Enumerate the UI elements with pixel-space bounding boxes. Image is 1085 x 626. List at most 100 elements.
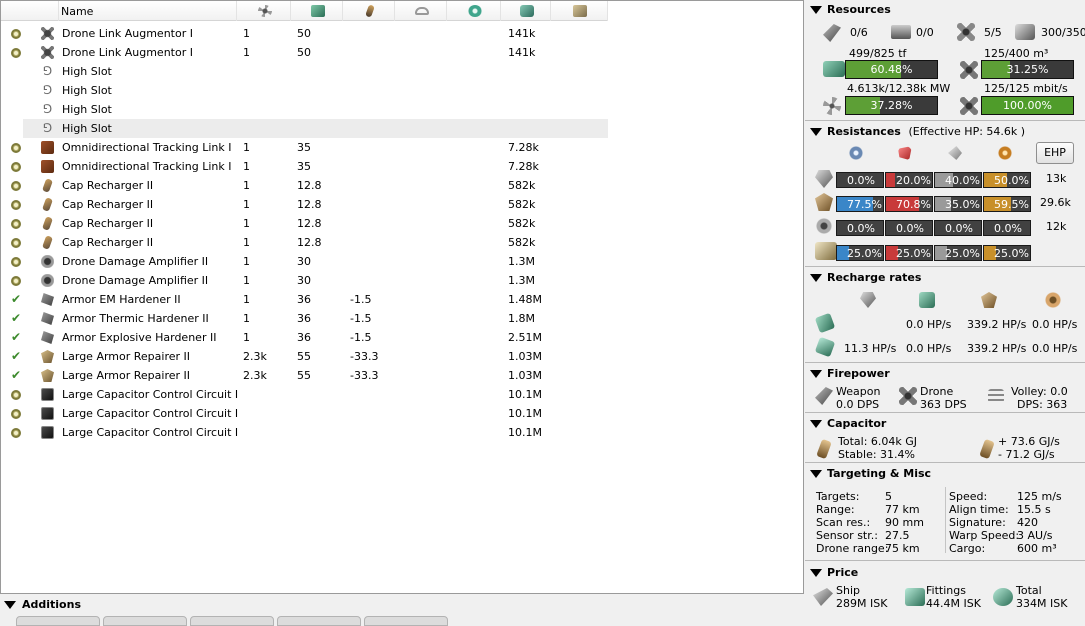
module-price: 1.8M bbox=[508, 312, 535, 325]
offline-state-icon[interactable] bbox=[11, 257, 21, 267]
capacitor-delta-icon bbox=[979, 438, 995, 460]
module-row[interactable]: Drone Damage Amplifier II 1 30 1.3M bbox=[1, 252, 608, 271]
module-row[interactable]: ✔ Large Armor Repairer II 2.3k 55 -33.3 1.03M bbox=[1, 347, 608, 366]
active-state-icon[interactable]: ✔ bbox=[11, 366, 21, 382]
em-resist-value: 0.0% bbox=[847, 222, 875, 235]
module-price: 141k bbox=[508, 46, 536, 59]
divider bbox=[805, 412, 1085, 413]
module-row[interactable]: Large Capacitor Control Circuit I 10.1M bbox=[1, 404, 608, 423]
price-column-header[interactable] bbox=[551, 1, 608, 21]
offline-state-icon[interactable] bbox=[11, 219, 21, 229]
divider bbox=[805, 560, 1085, 561]
additions-tab-boosters[interactable] bbox=[364, 616, 448, 626]
module-row[interactable]: Cap Recharger II 1 12.8 582k bbox=[1, 176, 608, 195]
slot-icon: ⅁ bbox=[42, 64, 53, 78]
additions-tab-implants[interactable] bbox=[277, 616, 361, 626]
total-price-label: Total bbox=[1016, 584, 1042, 597]
module-name: High Slot bbox=[62, 84, 112, 97]
module-price: 1.3M bbox=[508, 274, 535, 287]
capacitor-recharge-value: + 73.6 GJ/s bbox=[998, 435, 1060, 448]
target-stat-value: 5 bbox=[885, 490, 892, 503]
module-row[interactable]: ⅁ High Slot bbox=[1, 62, 608, 81]
offline-state-icon[interactable] bbox=[11, 390, 21, 400]
divider bbox=[805, 362, 1085, 363]
drones-active-icon bbox=[957, 23, 975, 41]
module-row[interactable]: Drone Link Augmentor I 1 50 141k bbox=[1, 43, 608, 62]
active-state-icon[interactable]: ✔ bbox=[11, 290, 21, 306]
module-powergrid: 55 bbox=[297, 350, 311, 363]
powergrid-column-header[interactable] bbox=[291, 1, 343, 21]
offline-state-icon[interactable] bbox=[11, 29, 21, 39]
module-cpu: 1 bbox=[243, 198, 250, 211]
module-row[interactable]: ⅁ High Slot bbox=[1, 119, 608, 138]
module-row[interactable]: Large Capacitor Control Circuit I 10.1M bbox=[1, 423, 608, 442]
capacitor-section-header[interactable]: Capacitor bbox=[805, 416, 1085, 432]
ehp-toggle-button[interactable]: EHP bbox=[1036, 142, 1074, 164]
module-row[interactable]: Cap Recharger II 1 12.8 582k bbox=[1, 214, 608, 233]
misc-stat-value: 600 m³ bbox=[1017, 542, 1057, 555]
falloff-column-header[interactable] bbox=[447, 1, 501, 21]
offline-state-icon[interactable] bbox=[11, 276, 21, 286]
kinetic-resist-value: 35.0% bbox=[945, 198, 980, 211]
price-section-header[interactable]: Price bbox=[805, 565, 1085, 581]
offline-state-icon[interactable] bbox=[11, 162, 21, 172]
turret-slots-value: 0/6 bbox=[850, 26, 868, 39]
module-row[interactable]: Omnidirectional Tracking Link I 1 35 7.28k bbox=[1, 138, 608, 157]
cap-icon bbox=[41, 216, 54, 231]
module-price: 1.03M bbox=[508, 369, 542, 382]
passive-hull-value: 0.0 HP/s bbox=[1032, 318, 1078, 331]
drone-column-header[interactable] bbox=[501, 1, 551, 21]
offline-state-icon[interactable] bbox=[11, 143, 21, 153]
module-row[interactable]: ✔ Armor Thermic Hardener II 1 36 -1.5 1.8M bbox=[1, 309, 608, 328]
range-column-header[interactable] bbox=[395, 1, 447, 21]
additions-tab-fighters[interactable] bbox=[103, 616, 187, 626]
module-price: 7.28k bbox=[508, 160, 539, 173]
offline-state-icon[interactable] bbox=[11, 200, 21, 210]
divider bbox=[805, 266, 1085, 267]
resources-section-header[interactable]: Resources bbox=[805, 2, 1085, 18]
active-state-icon[interactable]: ✔ bbox=[11, 328, 21, 344]
module-row[interactable]: Omnidirectional Tracking Link I 1 35 7.28k bbox=[1, 157, 608, 176]
em-resist-bar: 0.0% bbox=[836, 220, 884, 236]
module-row[interactable]: Drone Link Augmentor I 1 50 141k bbox=[1, 24, 608, 43]
drone-bay-value: 300/350 bbox=[1041, 26, 1085, 39]
additions-section-header[interactable]: Additions bbox=[0, 597, 804, 613]
active-state-icon[interactable]: ✔ bbox=[11, 347, 21, 363]
resistances-section-header[interactable]: Resistances (Effective HP: 54.6k ) bbox=[805, 124, 1085, 140]
state-column-header[interactable] bbox=[1, 1, 59, 21]
module-row[interactable]: ✔ Armor Explosive Hardener II 1 36 -1.5 2.51M bbox=[1, 328, 608, 347]
offline-state-icon[interactable] bbox=[11, 238, 21, 248]
module-powergrid: 30 bbox=[297, 255, 311, 268]
hardener-icon bbox=[41, 312, 54, 325]
module-row[interactable]: ✔ Large Armor Repairer II 2.3k 55 -33.3 1.03M bbox=[1, 366, 608, 385]
module-name: Drone Damage Amplifier II bbox=[62, 255, 209, 268]
explosive-resist-value: 25.0% bbox=[994, 247, 1029, 260]
module-powergrid: 36 bbox=[297, 312, 311, 325]
fitting-list[interactable]: Name Drone Link Augmentor I 1 50 141k Drone … bbox=[0, 0, 804, 594]
target-stat-label: Scan res.: bbox=[816, 516, 871, 529]
module-row[interactable]: Large Capacitor Control Circuit I 10.1M bbox=[1, 385, 608, 404]
module-row[interactable]: ⅁ High Slot bbox=[1, 100, 608, 119]
firepower-section-header[interactable]: Firepower bbox=[805, 366, 1085, 382]
capacitor-column-header[interactable] bbox=[343, 1, 395, 21]
offline-state-icon[interactable] bbox=[11, 181, 21, 191]
module-row[interactable]: Cap Recharger II 1 12.8 582k bbox=[1, 195, 608, 214]
module-name: Drone Link Augmentor I bbox=[62, 46, 193, 59]
additions-tab-cargo[interactable] bbox=[190, 616, 274, 626]
fittings-price-icon bbox=[905, 588, 925, 606]
module-row[interactable]: Cap Recharger II 1 12.8 582k bbox=[1, 233, 608, 252]
name-column-header[interactable]: Name bbox=[59, 1, 237, 21]
module-row[interactable]: Drone Damage Amplifier II 1 30 1.3M bbox=[1, 271, 608, 290]
targeting-section-header[interactable]: Targeting & Misc bbox=[805, 466, 1085, 482]
module-row[interactable]: ✔ Armor EM Hardener II 1 36 -1.5 1.48M bbox=[1, 290, 608, 309]
explosive-resist-value: 59.5% bbox=[994, 198, 1029, 211]
offline-state-icon[interactable] bbox=[11, 409, 21, 419]
active-state-icon[interactable]: ✔ bbox=[11, 309, 21, 325]
offline-state-icon[interactable] bbox=[11, 48, 21, 58]
em-resist-value: 77.5% bbox=[847, 198, 882, 211]
cpu-column-header[interactable] bbox=[237, 1, 291, 21]
module-row[interactable]: ⅁ High Slot bbox=[1, 81, 608, 100]
offline-state-icon[interactable] bbox=[11, 428, 21, 438]
recharge-section-header[interactable]: Recharge rates bbox=[805, 270, 1085, 286]
additions-tab-drones[interactable] bbox=[16, 616, 100, 626]
